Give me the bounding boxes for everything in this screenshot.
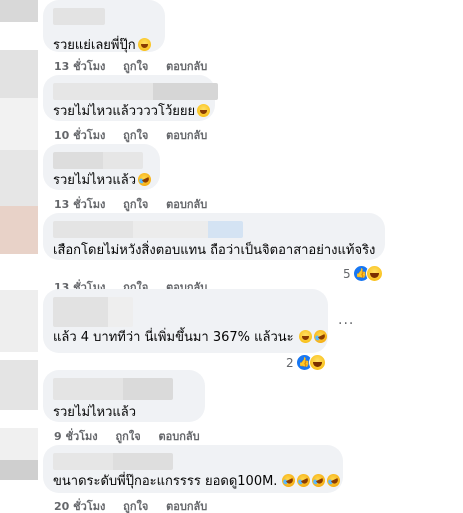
comment-bubble: ขนาดระดับพี่ปุ๊กอะแกรรรร ยอดดู100M. [43,445,343,493]
commenter-name[interactable] [53,453,173,470]
reply-button[interactable]: ตอบกลับ [158,430,199,443]
like-button[interactable]: ถูกใจ [123,198,148,211]
comment-bubble: รวยแย่เลยพี่ปุ๊ก [43,0,165,54]
comment-text: แล้ว 4 บาททีว่า นี่เพิ่มขึ้นมา 367% แล้ว… [53,327,329,346]
rofl-emoji-icon [310,471,328,490]
comment-text-body: ขนาดระดับพี่ปุ๊กอะแกรรรร ยอดดู100M. [53,474,278,489]
commenter-name[interactable] [53,83,218,100]
commenter-name[interactable] [53,378,173,400]
avatar[interactable] [0,206,38,254]
comment-text-body: รวยไม่ไหวแล้ว [53,173,137,188]
avatar[interactable] [0,50,38,98]
reply-button[interactable]: ตอบกลับ [166,129,207,142]
comment-actions: 9 ชั่วโมง ถูกใจ ตอบกลับ [54,427,214,445]
comment-bubble: รวยไม่ไหวแล้ววววโว้ยยย [43,75,218,121]
commenter-name[interactable] [53,297,133,327]
like-button[interactable]: ถูกใจ [123,500,148,513]
rofl-emoji-icon [295,471,313,490]
comment-text: รวยไม่ไหวแล้ว [53,404,195,421]
avatar[interactable] [0,360,38,410]
reply-button[interactable]: ตอบกลับ [166,60,207,73]
rofl-emoji-icon [135,170,154,189]
like-button[interactable]: ถูกใจ [123,129,148,142]
comment-bubble: รวยไม่ไหวแล้ว [43,144,160,190]
comment-text: รวยไม่ไหวแล้ว [53,170,154,189]
like-button[interactable]: ถูกใจ [116,430,141,443]
commenter-name[interactable] [53,221,243,238]
comment-actions: 20 ชั่วโมง ถูกใจ ตอบกลับ [54,497,221,513]
reaction-summary[interactable]: 2 👍 [286,354,326,371]
comment-text-body: เสือกโดยไม่หวังสิ่งตอบแทน ถือว่าเป็นจิตอ… [53,243,376,258]
comment-actions: 10 ชั่วโมง ถูกใจ ตอบกลับ [54,126,221,144]
comment-actions: 13 ชั่วโมง ถูกใจ ตอบกลับ [54,195,221,213]
avatar[interactable] [0,290,38,352]
avatar[interactable] [0,150,38,206]
like-button[interactable]: ถูกใจ [123,60,148,73]
comment-bubble: แล้ว 4 บาททีว่า นี่เพิ่มขึ้นมา 367% แล้ว… [43,289,329,353]
comment-text: ขนาดระดับพี่ปุ๊กอะแกรรรร ยอดดู100M. [53,471,343,490]
comment-text-body: รวยแย่เลยพี่ปุ๊ก [53,38,136,53]
comment-text-body: แล้ว 4 บาททีว่า นี่เพิ่มขึ้นมา 367% แล้ว… [53,330,294,345]
comment-timestamp[interactable]: 20 ชั่วโมง [54,500,105,513]
comment-bubble: เสือกโดยไม่หวังสิ่งตอบแทน ถือว่าเป็นจิตอ… [43,213,385,260]
comment-text: รวยแย่เลยพี่ปุ๊ก [53,37,155,54]
reaction-count: 2 [286,355,294,370]
rofl-emoji-icon [311,327,329,346]
haha-reaction-icon [365,265,383,282]
avatar[interactable] [0,460,38,480]
grinning-emoji-icon [298,330,312,343]
comment-timestamp[interactable]: 13 ชั่วโมง [54,198,105,211]
comment-timestamp[interactable]: 10 ชั่วโมง [54,129,105,142]
comment-timestamp[interactable]: 9 ชั่วโมง [54,430,98,443]
rofl-emoji-icon [325,471,343,490]
reply-button[interactable]: ตอบกลับ [166,198,207,211]
commenter-name[interactable] [53,8,105,25]
more-options-button[interactable]: ... [338,312,354,328]
comment-text: เสือกโดยไม่หวังสิ่งตอบแทน ถือว่าเป็นจิตอ… [53,242,375,259]
comment-bubble: รวยไม่ไหวแล้ว [43,370,205,422]
comment-timestamp[interactable]: 13 ชั่วโมง [54,60,105,73]
commenter-name[interactable] [53,152,143,169]
comment-thread: รวยแย่เลยพี่ปุ๊ก 13 ชั่วโมง ถูกใจ ตอบกลั… [0,0,463,513]
reaction-summary[interactable]: 5 👍 [343,265,383,282]
rofl-emoji-icon [280,471,298,490]
reaction-count: 5 [343,266,351,281]
grinning-emoji-icon [137,38,151,51]
reply-button[interactable]: ตอบกลับ [166,500,207,513]
grinning-emoji-icon [197,104,211,117]
haha-reaction-icon [308,354,326,371]
comment-text: รวยไม่ไหวแล้ววววโว้ยยย [53,103,211,120]
comment-actions: 13 ชั่วโมง ถูกใจ ตอบกลับ [54,57,221,75]
avatar[interactable] [0,98,38,150]
comment-text-body: รวยไม่ไหวแล้ววววโว้ยยย [53,104,196,119]
comment-text-body: รวยไม่ไหวแล้ว [53,405,137,420]
avatar[interactable] [0,0,38,22]
